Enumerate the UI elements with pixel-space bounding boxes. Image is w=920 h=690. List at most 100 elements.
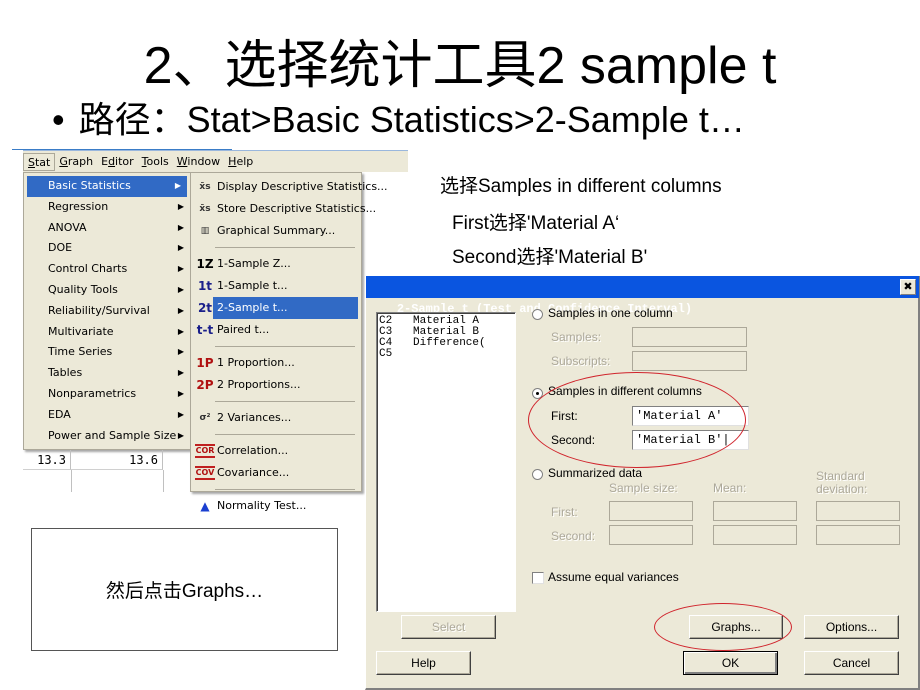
second-std-input[interactable] xyxy=(816,525,900,545)
second-input[interactable]: 'Material B'| xyxy=(632,430,749,450)
menu-item-graphical-summary[interactable]: ▥ Graphical Summary... xyxy=(191,220,361,242)
slide-title: 2、选择统计工具2 sample t xyxy=(143,37,777,95)
label-samples: Samples: xyxy=(551,330,602,344)
note-line-2: First选择'Material A‘ xyxy=(452,213,620,234)
menu-item-basic-statistics[interactable]: Basic Statistics ▶ xyxy=(27,176,187,197)
descriptive-stats-icon: x̄s xyxy=(199,182,211,192)
grid-line xyxy=(163,470,164,492)
menu-item-quality-tools[interactable]: Quality Tools ▶ xyxy=(24,280,190,301)
column-list-item[interactable]: C5 xyxy=(379,349,513,360)
bullet-dot: • xyxy=(52,99,65,140)
covariance-icon: COV xyxy=(195,466,215,480)
menu-item-doe[interactable]: DOE ▶ xyxy=(24,238,190,259)
menu-item-tables[interactable]: Tables ▶ xyxy=(24,363,190,384)
menu-help[interactable]: Help xyxy=(224,153,257,171)
menu-item-paired-t[interactable]: t-t Paired t... xyxy=(191,319,361,341)
select-button[interactable]: Select xyxy=(401,615,496,639)
two-sample-t-icon: 2t xyxy=(197,301,213,315)
submenu-arrow-icon: ▶ xyxy=(177,243,184,253)
label-one-column: Samples in one column xyxy=(548,306,673,320)
menu-item-1-sample-t[interactable]: 1t 1-Sample t... xyxy=(191,275,361,297)
note-line-3: Second选择'Material B' xyxy=(452,247,648,268)
one-sample-t-icon: 1t xyxy=(197,279,213,293)
menu-item-reliability-survival[interactable]: Reliability/Survival ▶ xyxy=(24,301,190,322)
menu-item-2-variances[interactable]: σ² 2 Variances... xyxy=(191,407,361,429)
bullet-text: 路径：Stat>Basic Statistics>2-Sample t… xyxy=(78,99,745,140)
menu-separator xyxy=(215,401,355,402)
subscripts-input[interactable] xyxy=(632,351,747,371)
first-mean-input[interactable] xyxy=(713,501,797,521)
close-button[interactable]: ✖ xyxy=(900,279,916,295)
menu-item-regression[interactable]: Regression ▶ xyxy=(24,197,190,218)
samples-input[interactable] xyxy=(632,327,747,347)
paired-t-icon: t-t xyxy=(196,323,214,337)
equal-variances-checkbox[interactable] xyxy=(532,572,544,584)
close-icon: ✖ xyxy=(903,280,913,293)
basic-statistics-submenu: x̄s Display Descriptive Statistics... x̄s… xyxy=(190,172,388,513)
submenu-arrow-icon: ▶ xyxy=(177,388,184,398)
stat-menu: Basic Statistics ▶ Regression ▶ ANOVA ▶ DOE… xyxy=(23,172,191,450)
label-equal-variances: Assume equal variances xyxy=(548,570,679,584)
menu-item-normality-test[interactable]: ▲ Normality Test... xyxy=(191,495,361,517)
menu-item-control-charts[interactable]: Control Charts ▶ xyxy=(24,259,190,280)
store-stats-icon: x̄s xyxy=(199,204,211,214)
submenu-arrow-icon: ▶ xyxy=(177,305,184,315)
one-sample-z-icon: 1Z xyxy=(196,257,214,271)
menu-item-anova[interactable]: ANOVA ▶ xyxy=(24,218,190,239)
first-sample-size-input[interactable] xyxy=(609,501,693,521)
menu-item-eda[interactable]: EDA ▶ xyxy=(24,405,190,426)
menu-item-store-descriptive[interactable]: x̄s Store Descriptive Statistics... xyxy=(191,198,376,220)
label-sample-size: Sample size: xyxy=(609,481,678,495)
menu-stat[interactable]: Stat xyxy=(23,152,56,171)
second-mean-input[interactable] xyxy=(713,525,797,545)
submenu-arrow-icon: ▶ xyxy=(174,181,181,190)
menu-editor[interactable]: Editor xyxy=(97,153,138,171)
menu-graph[interactable]: Graph xyxy=(55,153,97,171)
menu-separator xyxy=(215,489,355,490)
radio-summarized[interactable] xyxy=(532,469,543,480)
menu-item-2-sample-t[interactable]: 2t 2-Sample t... xyxy=(191,297,361,319)
menu-item-correlation[interactable]: COR Correlation... xyxy=(191,440,361,462)
label-summarized: Summarized data xyxy=(548,466,643,480)
menu-item-2-proportions[interactable]: 2P 2 Proportions... xyxy=(191,374,361,396)
worksheet-cell[interactable]: 13.6 xyxy=(71,450,163,470)
first-std-input[interactable] xyxy=(816,501,900,521)
label-summ-first: First: xyxy=(551,505,578,519)
cancel-button[interactable]: Cancel xyxy=(804,651,899,675)
column-list[interactable]: C2 Material A C3 Material B C4 Difference( … xyxy=(376,312,516,612)
two-variances-icon: σ² xyxy=(199,413,211,423)
menu-item-power-sample-size[interactable]: Power and Sample Size ▶ xyxy=(24,426,190,447)
label-summ-second: Second: xyxy=(551,529,596,543)
menu-window[interactable]: Window xyxy=(173,153,224,171)
radio-one-column[interactable] xyxy=(532,309,543,320)
ok-button[interactable]: OK xyxy=(683,651,778,675)
menu-separator xyxy=(215,247,355,248)
radio-different-columns[interactable] xyxy=(532,388,543,399)
column-list-item[interactable]: C4 Difference( xyxy=(379,338,513,349)
slide-bullet: • 路径：Stat>Basic Statistics>2-Sample t… xyxy=(52,98,745,142)
menu-item-time-series[interactable]: Time Series ▶ xyxy=(24,342,190,363)
label-std-2: deviation: xyxy=(816,482,868,496)
dialog-titlebar[interactable]: 2-Sample t (Test and Confidence Interval… xyxy=(366,276,919,316)
second-sample-size-input[interactable] xyxy=(609,525,693,545)
grid-line xyxy=(71,470,72,492)
graphs-button[interactable]: Graphs... xyxy=(689,615,783,639)
first-input[interactable]: 'Material A' xyxy=(632,406,749,426)
submenu-arrow-icon: ▶ xyxy=(177,222,184,232)
menu-item-display-descriptive[interactable]: x̄s Display Descriptive Statistics... xyxy=(191,176,387,198)
menu-item-1-proportion[interactable]: 1P 1 Proportion... xyxy=(191,352,361,374)
worksheet-cell[interactable]: 13.3 xyxy=(23,450,71,470)
menu-item-multivariate[interactable]: Multivariate ▶ xyxy=(24,322,190,343)
menu-separator xyxy=(215,434,355,435)
menu-item-covariance[interactable]: COV Covariance... xyxy=(191,462,361,484)
callout-box: 然后点击Graphs… xyxy=(31,528,338,651)
submenu-arrow-icon: ▶ xyxy=(177,430,184,440)
menu-item-1-sample-z[interactable]: 1Z 1-Sample Z... xyxy=(191,253,361,275)
submenu-arrow-icon: ▶ xyxy=(177,347,184,357)
help-button[interactable]: Help xyxy=(376,651,471,675)
submenu-arrow-icon: ▶ xyxy=(177,368,184,378)
options-button[interactable]: Options... xyxy=(804,615,899,639)
menu-item-nonparametrics[interactable]: Nonparametrics ▶ xyxy=(24,384,190,405)
label-subscripts: Subscripts: xyxy=(551,354,611,368)
menu-tools[interactable]: Tools xyxy=(138,153,173,171)
